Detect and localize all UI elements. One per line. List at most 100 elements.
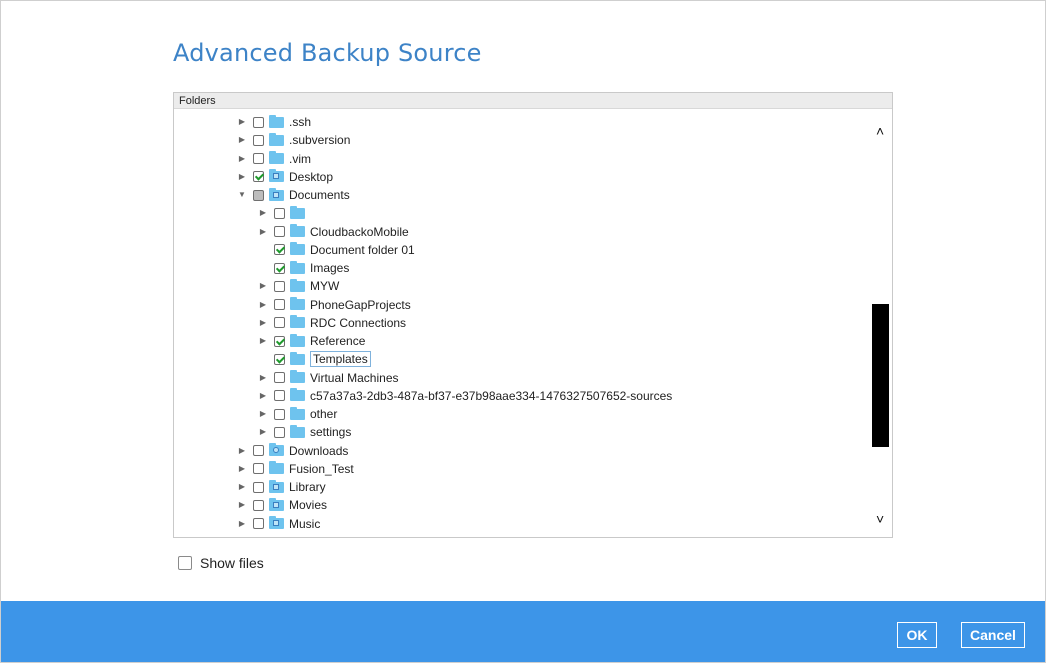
tree-row[interactable]: ▶ Reference [258, 332, 365, 350]
tree-row[interactable]: ▶ Fusion_Test [237, 460, 354, 478]
folder-checkbox[interactable] [253, 445, 264, 456]
cancel-button[interactable]: Cancel [961, 622, 1025, 648]
tree-row[interactable]: ▶ Music [237, 515, 320, 533]
dialog-footer: OK Cancel [1, 601, 1045, 662]
advanced-backup-source-dialog: Advanced Backup Source Folders ▶ .ssh ▶ .su… [0, 0, 1046, 663]
tree-row[interactable]: ▶ MYW [258, 277, 339, 295]
downloads-folder-icon [269, 443, 284, 456]
expand-triangle-right-icon[interactable]: ▶ [237, 131, 247, 149]
tree-row-label: Library [289, 480, 326, 494]
tree-row[interactable]: ▶ CloudbackoMobile [258, 223, 409, 241]
folder-checkbox[interactable] [253, 463, 264, 475]
show-files-label: Show files [200, 555, 264, 571]
tree-row-label: CloudbackoMobile [310, 224, 409, 239]
folder-checkbox[interactable] [253, 171, 264, 183]
expand-triangle-right-icon[interactable]: ▶ [237, 496, 247, 514]
tree-row[interactable]: ▶ Library [237, 478, 326, 496]
scrollbar-thumb[interactable] [872, 304, 889, 447]
folder-icon [290, 370, 305, 383]
ok-button[interactable]: OK [897, 622, 937, 648]
expand-triangle-right-icon[interactable]: ▶ [258, 332, 268, 350]
tree-row[interactable]: ▶Templates [258, 350, 371, 368]
chevron-down-icon[interactable]: ˅ [876, 511, 884, 527]
folder-checkbox[interactable] [274, 317, 285, 329]
expand-triangle-right-icon[interactable]: ▶ [237, 150, 247, 168]
tree-row-label: other [310, 407, 338, 421]
folder-checkbox[interactable] [253, 499, 264, 511]
folder-checkbox[interactable] [274, 226, 285, 237]
tree-row-label: settings [310, 425, 352, 440]
expand-triangle-right-icon[interactable]: ▶ [237, 515, 247, 533]
tree-row[interactable]: ▼ Documents [237, 186, 350, 204]
expand-triangle-right-icon[interactable]: ▶ [237, 442, 247, 460]
tree-row[interactable]: ▶Document folder 01 [258, 241, 415, 259]
folder-icon [290, 242, 305, 256]
folder-icon [290, 224, 305, 237]
tree-row[interactable]: ▶ Movies [237, 496, 327, 514]
tree-row[interactable]: ▶ RDC Connections [258, 314, 406, 332]
expand-triangle-right-icon[interactable]: ▶ [237, 168, 247, 186]
expand-triangle-right-icon[interactable]: ▶ [258, 387, 268, 405]
tree-row[interactable]: ▶ Virtual Machines [258, 369, 399, 387]
expand-triangle-right-icon[interactable]: ▶ [258, 296, 268, 314]
folder-icon [269, 461, 284, 475]
tree-row[interactable]: ▶ Downloads [237, 442, 348, 460]
expand-triangle-down-icon[interactable]: ▼ [237, 186, 247, 204]
tree-row[interactable]: ▶ Desktop [237, 168, 333, 186]
folder-checkbox[interactable] [253, 153, 264, 164]
tree-row[interactable]: ▶ settings [258, 423, 351, 441]
tree-row[interactable]: ▶ .ssh [237, 113, 311, 131]
folder-checkbox[interactable] [274, 280, 285, 292]
folder-icon [269, 114, 284, 128]
folder-tree-panel: Folders ▶ .ssh ▶ .subversion ▶ .vim ▶ Desktop ▼ D… [173, 92, 893, 538]
expand-triangle-right-icon[interactable]: ▶ [258, 223, 268, 241]
expand-triangle-right-icon[interactable]: ▶ [237, 478, 247, 496]
folder-icon [290, 205, 305, 219]
tree-row[interactable]: ▶ PhoneGapProjects [258, 296, 411, 314]
chevron-up-icon[interactable]: ˄ [876, 123, 884, 139]
folder-checkbox[interactable] [253, 481, 264, 493]
tree-row[interactable]: ▶ .subversion [237, 131, 350, 149]
folder-checkbox[interactable] [274, 408, 285, 420]
tree-row-label: .ssh [289, 115, 312, 129]
tree-row-label: .vim [289, 151, 311, 166]
show-files-checkbox[interactable] [178, 556, 192, 570]
vertical-scrollbar[interactable]: ˄ ˅ [872, 113, 892, 537]
tree-row-label: Desktop [289, 169, 334, 184]
folder-checkbox[interactable] [253, 518, 264, 529]
tree-row[interactable]: ▶ .vim [237, 150, 311, 168]
tree-row-label: Downloads [289, 443, 349, 458]
tree-row[interactable]: ▶Images [258, 259, 349, 277]
tree-row[interactable]: ▶ [258, 204, 310, 222]
folder-checkbox[interactable] [253, 116, 264, 128]
expand-triangle-right-icon[interactable]: ▶ [258, 423, 268, 441]
tree-row-label: MYW [310, 279, 340, 294]
folder-checkbox[interactable] [253, 134, 264, 146]
folder-checkbox[interactable] [253, 189, 264, 201]
show-files-option[interactable]: Show files [178, 555, 264, 571]
folder-checkbox[interactable] [274, 353, 285, 365]
folder-checkbox[interactable] [274, 262, 285, 274]
folder-checkbox[interactable] [274, 244, 285, 256]
folder-icon [290, 297, 305, 310]
tree-row-label: Virtual Machines [310, 370, 399, 385]
expand-triangle-right-icon[interactable]: ▶ [258, 369, 268, 387]
tree-row[interactable]: ▶ other [258, 405, 337, 423]
folder-icon [290, 333, 305, 347]
expand-triangle-right-icon[interactable]: ▶ [258, 314, 268, 332]
folder-icon [290, 351, 305, 365]
folder-checkbox[interactable] [274, 299, 285, 310]
tree-row[interactable]: ▶ c57a37a3-2db3-487a-bf37-e37b98aae334-14… [258, 387, 672, 405]
expand-triangle-right-icon[interactable]: ▶ [258, 204, 268, 222]
music-folder-icon [269, 516, 284, 529]
tree-row-label: Document folder 01 [310, 242, 415, 257]
expand-triangle-right-icon[interactable]: ▶ [237, 113, 247, 131]
expand-triangle-right-icon[interactable]: ▶ [258, 277, 268, 295]
folder-checkbox[interactable] [274, 372, 285, 383]
folder-checkbox[interactable] [274, 390, 285, 402]
expand-triangle-right-icon[interactable]: ▶ [237, 460, 247, 478]
folder-checkbox[interactable] [274, 335, 285, 347]
folder-checkbox[interactable] [274, 207, 285, 219]
expand-triangle-right-icon[interactable]: ▶ [258, 405, 268, 423]
folder-checkbox[interactable] [274, 426, 285, 438]
